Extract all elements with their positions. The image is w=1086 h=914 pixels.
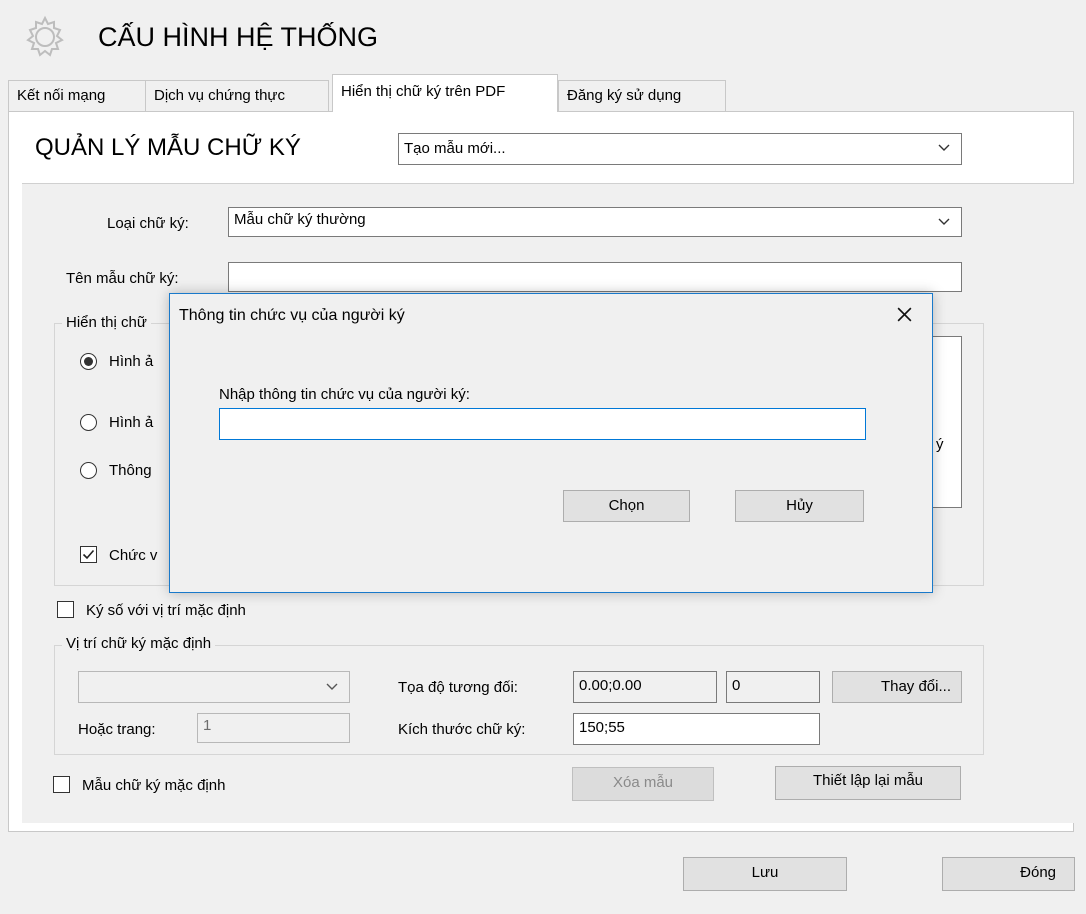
sign-default-position-label: Ký số với vị trí mặc định [86,602,246,619]
dialog-title: Thông tin chức vụ của người ký [179,307,405,324]
radio-image-option-2[interactable] [80,414,97,431]
tab-pdf-signature[interactable]: Hiển thị chữ ký trên PDF [332,74,558,112]
template-name-input[interactable] [228,262,962,292]
radio-image-option-1[interactable] [80,353,97,370]
radio-image-option-1-label: Hình ả [109,353,154,370]
or-page-label: Hoặc trang: [78,721,156,738]
position-info-dialog: Thông tin chức vụ của người ký Nhập thôn… [169,293,933,593]
default-position-legend: Vị trí chữ ký mặc định [62,635,216,652]
tab-registration[interactable]: Đăng ký sử dụng [558,80,726,112]
signature-size-label: Kích thước chữ ký: [398,721,526,738]
or-page-input[interactable]: 1 [197,713,350,743]
default-template-label: Mẫu chữ ký mặc định [82,777,226,794]
signature-type-label: Loại chữ ký: [107,215,189,232]
signature-type-select[interactable]: Mẫu chữ ký thường [228,207,962,237]
change-position-button[interactable]: Thay đổi... [832,671,962,703]
relative-coord-label: Tọa độ tương đối: [398,679,518,696]
signature-size-input[interactable]: 150;55 [573,713,820,745]
position-checkbox-label: Chức v [109,547,158,564]
position-info-input[interactable] [219,408,866,440]
save-button[interactable]: Lưu [683,857,847,891]
tab-network[interactable]: Kết nối mạng [8,80,146,112]
delete-template-button[interactable]: Xóa mẫu [572,767,714,801]
template-select[interactable]: Tạo mẫu mới... [398,133,962,165]
close-icon[interactable] [896,306,913,323]
dialog-body [170,334,932,592]
coord-extra-input[interactable]: 0 [726,671,820,703]
radio-image-option-2-label: Hình ả [109,414,154,431]
window-title: CẤU HÌNH HỆ THỐNG [98,22,379,52]
app-gear-icon [20,12,70,62]
tab-certification[interactable]: Dịch vụ chứng thực [145,80,329,112]
dialog-prompt: Nhập thông tin chức vụ của người ký: [219,386,470,403]
template-manager-title: QUẢN LÝ MẪU CHỮ KÝ [35,134,301,161]
default-template-checkbox[interactable] [53,776,70,793]
template-select-value: Tạo mẫu mới... [404,140,506,157]
template-name-label: Tên mẫu chữ ký: [66,270,179,287]
position-checkbox[interactable] [80,546,97,563]
signature-type-value: Mẫu chữ ký thường [234,211,366,228]
preview-text-fragment: ý [936,436,944,453]
chevron-down-icon [938,144,950,151]
dialog-ok-button[interactable]: Chọn [563,490,690,522]
radio-info-option[interactable] [80,462,97,479]
display-group-legend: Hiển thị chữ [62,314,151,331]
position-select[interactable] [78,671,350,703]
relative-coord-input[interactable]: 0.00;0.00 [573,671,717,703]
chevron-down-icon [938,218,950,225]
check-icon [82,549,95,560]
reset-template-button[interactable]: Thiết lập lại mẫu [775,766,961,800]
dialog-cancel-button[interactable]: Hủy [735,490,864,522]
sign-default-position-checkbox[interactable] [57,601,74,618]
radio-info-option-label: Thông [109,462,152,479]
chevron-down-icon [326,683,338,690]
close-button[interactable]: Đóng [942,857,1075,891]
